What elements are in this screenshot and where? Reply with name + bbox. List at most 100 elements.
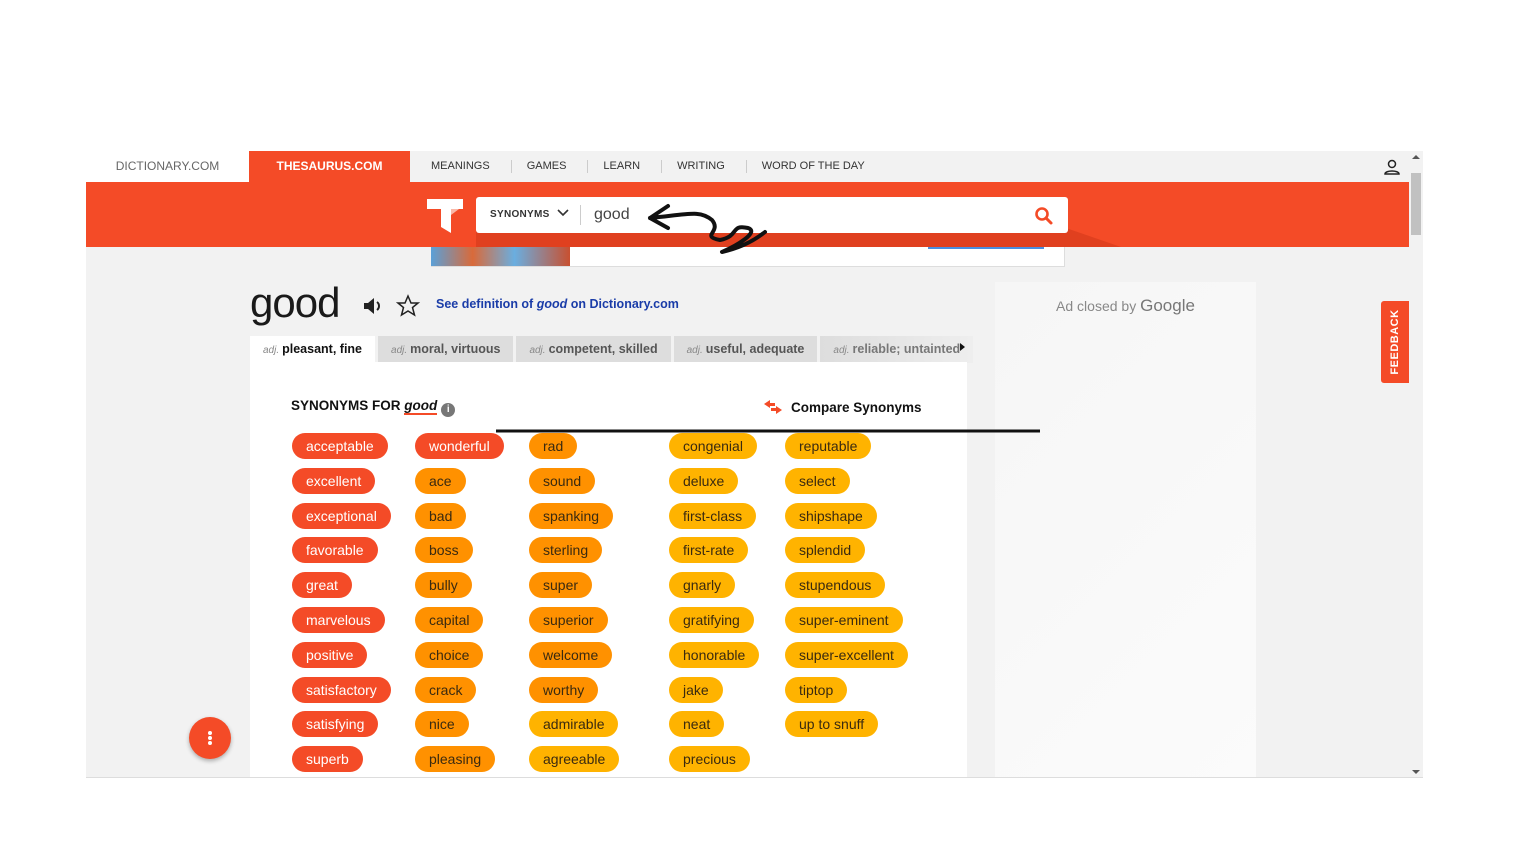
synonym-pill[interactable]: satisfactory <box>292 676 391 703</box>
tab-pleasant-fine[interactable]: adj. pleasant, fine <box>250 336 376 363</box>
synonyms-card: SYNONYMS FOR good i Compare Synonyms acce… <box>250 362 967 777</box>
tab-pos: adj. <box>391 345 408 356</box>
divider <box>580 205 581 225</box>
synonym-pill[interactable]: wonderful <box>415 433 504 459</box>
nav-word-of-the-day[interactable]: WORD OF THE DAY <box>747 160 886 173</box>
search-input[interactable] <box>594 203 1014 227</box>
scroll-up-icon[interactable] <box>1412 155 1420 159</box>
synonym-pill[interactable]: neat <box>669 711 725 738</box>
synonym-pill[interactable]: super-eminent <box>785 607 903 633</box>
synonym-pill[interactable]: acceptable <box>292 433 388 459</box>
scrollbar[interactable] <box>1409 151 1423 777</box>
synonym-pill[interactable]: bad <box>415 502 467 529</box>
search-icon[interactable] <box>1034 206 1054 226</box>
synonym-pill[interactable]: super <box>529 572 593 599</box>
synonym-pill[interactable]: bully <box>415 572 472 599</box>
more-vertical-icon <box>208 736 212 740</box>
synonym-pill[interactable]: precious <box>669 746 750 773</box>
nav-writing[interactable]: WRITING <box>662 160 747 173</box>
scroll-down-icon[interactable] <box>1412 770 1420 774</box>
tab-thesaurus[interactable]: THESAURUS.COM <box>249 151 410 182</box>
synonym-pill[interactable]: shipshape <box>785 502 877 529</box>
synonym-pill[interactable]: crack <box>415 676 477 703</box>
synonym-pill[interactable]: worthy <box>529 676 599 703</box>
synonym-pill[interactable]: welcome <box>529 641 613 668</box>
synonym-pill[interactable]: super-excellent <box>785 641 908 668</box>
star-icon[interactable] <box>396 294 420 318</box>
synonym-pill[interactable]: positive <box>292 641 368 668</box>
tab-label: pleasant, fine <box>282 342 363 356</box>
compare-arrows-icon <box>764 400 782 414</box>
synonym-pill[interactable]: tiptop <box>785 676 848 703</box>
heading-prefix: SYNONYMS FOR <box>291 398 405 413</box>
synonym-pill[interactable]: stupendous <box>785 572 886 599</box>
tab-label: reliable; untainted <box>852 342 961 356</box>
synonym-pill[interactable]: sterling <box>529 537 603 564</box>
tabs-next-arrow-icon[interactable] <box>960 343 965 351</box>
synonym-pill[interactable]: admirable <box>529 711 619 738</box>
tab-label: competent, skilled <box>548 342 658 356</box>
feedback-button[interactable]: FEEDBACK <box>1381 301 1409 383</box>
synonym-pill[interactable]: first-class <box>669 502 757 529</box>
synonym-pill[interactable]: favorable <box>292 537 378 564</box>
synonym-pill[interactable]: select <box>785 467 850 494</box>
tab-moral-virtuous[interactable]: adj. moral, virtuous <box>378 336 514 363</box>
definition-prefix: See definition of <box>436 297 537 311</box>
synonym-pill[interactable]: pleasing <box>415 746 496 773</box>
synonym-pill[interactable]: congenial <box>669 433 757 459</box>
synonym-pill[interactable]: jake <box>669 676 723 703</box>
synonym-pill[interactable]: agreeable <box>529 746 620 773</box>
tab-competent-skilled[interactable]: adj. competent, skilled <box>516 336 671 363</box>
synonym-pill[interactable]: splendid <box>785 537 866 564</box>
ad-text: Ad closed by <box>1056 298 1141 314</box>
synonym-pill[interactable]: excellent <box>292 467 376 494</box>
nav-meanings[interactable]: MEANINGS <box>416 160 512 173</box>
synonym-pill[interactable]: deluxe <box>669 467 739 494</box>
synonym-pill[interactable]: capital <box>415 607 484 633</box>
tab-reliable-untainted[interactable]: adj. reliable; untainted <box>820 336 974 363</box>
scroll-thumb[interactable] <box>1411 173 1421 235</box>
synonym-pill[interactable]: great <box>292 572 352 599</box>
info-icon[interactable]: i <box>441 403 456 417</box>
synonym-pill[interactable]: gratifying <box>669 607 754 633</box>
definition-link[interactable]: See definition of good on Dictionary.com <box>436 297 679 311</box>
ad-image[interactable] <box>431 247 570 266</box>
more-vertical-icon <box>208 741 212 745</box>
synonym-pill[interactable]: rad <box>529 433 578 459</box>
tab-dictionary[interactable]: DICTIONARY.COM <box>86 151 249 182</box>
nav-games[interactable]: GAMES <box>512 160 589 173</box>
chevron-down-icon <box>557 209 569 217</box>
search-mode-select[interactable]: SYNONYMS <box>490 197 569 233</box>
synonym-pill[interactable]: honorable <box>669 641 760 668</box>
synonym-pill[interactable]: sound <box>529 467 596 494</box>
ad-panel: Ad closed by Google <box>995 282 1256 777</box>
definition-suffix: on Dictionary.com <box>567 297 679 311</box>
synonym-pill[interactable]: superior <box>529 607 608 633</box>
synonym-pill[interactable]: satisfying <box>292 711 379 738</box>
user-icon[interactable] <box>1383 158 1401 176</box>
synonym-pill[interactable]: spanking <box>529 502 614 529</box>
tab-useful-adequate[interactable]: adj. useful, adequate <box>673 336 818 363</box>
synonym-pill[interactable]: nice <box>415 711 469 738</box>
heading-word[interactable]: good <box>404 398 438 415</box>
synonym-pill[interactable]: superb <box>292 746 363 773</box>
more-options-button[interactable] <box>189 717 231 759</box>
thesaurus-logo[interactable] <box>427 197 463 233</box>
tab-pos: adj. <box>263 345 280 356</box>
synonym-pill[interactable]: choice <box>415 641 484 668</box>
synonym-pill[interactable]: reputable <box>785 433 872 459</box>
search-mode-label: SYNONYMS <box>490 209 550 220</box>
synonym-pill[interactable]: up to snuff <box>785 711 879 738</box>
speaker-icon[interactable] <box>362 296 384 316</box>
definition-word: good <box>536 297 568 311</box>
headword: good <box>250 279 340 326</box>
synonym-pill[interactable]: marvelous <box>292 607 385 633</box>
synonym-pill[interactable]: boss <box>415 537 473 564</box>
synonym-pill[interactable]: exceptional <box>292 502 391 529</box>
header-band: SYNONYMS <box>86 182 1409 247</box>
synonym-pill[interactable]: ace <box>415 467 466 494</box>
synonym-pill[interactable]: first-rate <box>669 537 749 564</box>
nav-learn[interactable]: LEARN <box>588 160 663 173</box>
synonym-pill[interactable]: gnarly <box>669 572 736 599</box>
compare-synonyms-button[interactable]: Compare Synonyms <box>763 399 922 415</box>
